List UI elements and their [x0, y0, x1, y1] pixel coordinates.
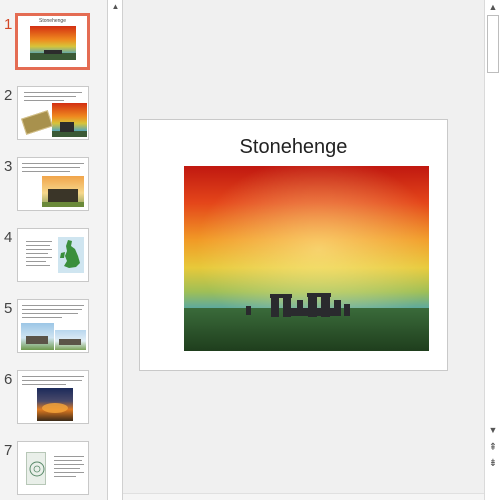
double-chevron-up-icon[interactable]: ⇞: [487, 442, 499, 454]
slide-editing-area: Stonehenge: [123, 0, 484, 500]
slide-number: 4: [4, 229, 13, 246]
thumbnail-image: [26, 452, 46, 485]
slide-thumbnail-7[interactable]: 7: [0, 441, 107, 500]
slide-thumbnail-3[interactable]: 3: [0, 157, 107, 217]
slide-canvas[interactable]: Stonehenge: [139, 119, 448, 371]
thumbnail-image: [52, 103, 87, 137]
thumbnail-image: [30, 26, 76, 60]
slide-thumbnail-1[interactable]: 1 Stonehenge: [0, 13, 107, 75]
slide-thumbnail-5[interactable]: 5: [0, 299, 107, 359]
slide-thumbnail-2[interactable]: 2: [0, 86, 107, 146]
slide-number: 7: [4, 442, 13, 459]
slide-thumbnail-pane: 1 Stonehenge 2 3 4 5 6 7: [0, 0, 107, 500]
slide-number: 5: [4, 300, 13, 317]
slide-title[interactable]: Stonehenge: [140, 136, 447, 159]
slide-thumbnail-4[interactable]: 4: [0, 228, 107, 288]
slide-thumbnail-list: 1 Stonehenge 2 3 4 5 6 7: [0, 0, 107, 500]
thumbnail-preview[interactable]: [17, 370, 89, 424]
thumbnail-preview[interactable]: [17, 441, 89, 495]
slide-number: 1: [4, 16, 13, 33]
slide-number: 6: [4, 371, 13, 388]
presentation-editor: 1 Stonehenge 2 3 4 5 6 7 ▲ Stonehenge ▲ …: [0, 0, 500, 500]
stonehenge-photo[interactable]: [184, 166, 429, 351]
thumbnail-pane-scrollbar[interactable]: ▲: [107, 0, 123, 500]
triangle-down-icon[interactable]: ▼: [487, 424, 499, 436]
slide-thumbnail-6[interactable]: 6: [0, 370, 107, 430]
thumbnail-title: Stonehenge: [39, 18, 66, 24]
thumbnail-image: [37, 388, 73, 421]
slide-number: 3: [4, 158, 13, 175]
editor-vertical-scrollbar[interactable]: ▲ ▼ ⇞ ⇟: [484, 0, 500, 500]
thumbnail-image: [55, 330, 86, 350]
thumbnail-image: [42, 176, 84, 207]
thumbnail-preview[interactable]: [17, 157, 89, 211]
thumbnail-preview[interactable]: [17, 228, 89, 282]
thumbnail-preview[interactable]: Stonehenge: [15, 13, 90, 70]
horizontal-scrollbar[interactable]: [123, 493, 484, 500]
scrollbar-thumb[interactable]: [487, 15, 499, 73]
thumbnail-preview[interactable]: [17, 299, 89, 353]
double-chevron-down-icon[interactable]: ⇟: [487, 458, 499, 470]
slide-number: 2: [4, 87, 13, 104]
triangle-up-icon[interactable]: ▲: [111, 2, 120, 11]
thumbnail-image: [58, 237, 84, 273]
thumbnail-image: [21, 323, 54, 350]
thumbnail-image: [21, 110, 53, 135]
thumbnail-preview[interactable]: [17, 86, 89, 140]
triangle-up-icon[interactable]: ▲: [487, 1, 499, 13]
